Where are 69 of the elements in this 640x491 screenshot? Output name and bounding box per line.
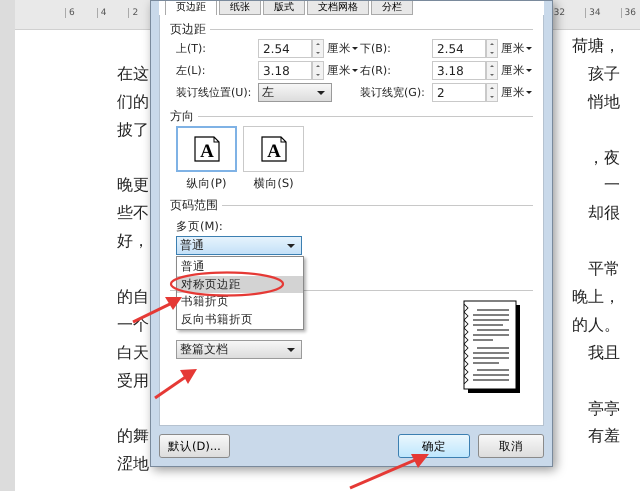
margin-input[interactable]: 2.54 [258, 39, 312, 58]
document-text: 的自 [117, 288, 149, 308]
ruler-number: 4 [96, 8, 106, 18]
field-label: 装订线宽(G): [360, 85, 426, 100]
apply-to-dropdown[interactable]: 整篇文档 [176, 340, 302, 359]
unit-dropdown[interactable]: 厘米 [498, 85, 534, 100]
page-letter-icon: A [192, 134, 222, 164]
multiple-pages-dropdown[interactable]: 普通 [176, 236, 302, 255]
tab[interactable]: 页边距 [165, 1, 217, 15]
document-text: 亭亭 [588, 400, 620, 420]
document-text: 一 [604, 176, 620, 196]
document-text: ，夜 [588, 148, 620, 169]
ruler-number: 34 [585, 8, 601, 18]
field-label: 左(L): [176, 63, 206, 78]
document-text: 晚更 [117, 176, 149, 196]
cancel-button[interactable]: 取消 [478, 434, 544, 458]
document-text: 涩地 [117, 454, 149, 476]
gutter-input[interactable]: 2 [432, 83, 486, 102]
field-label: 上(T): [176, 41, 208, 56]
document-text: 受用 [117, 372, 149, 392]
section-title: 页边距 [170, 20, 206, 38]
document-text: 们的 [117, 92, 149, 113]
field-label: 多页(M): [176, 219, 224, 234]
unit-dropdown[interactable]: 厘米 [324, 63, 360, 78]
tab[interactable]: 文档网格 [307, 1, 369, 15]
unit-dropdown[interactable]: 厘米 [498, 41, 534, 56]
document-text: 有羞 [588, 426, 620, 448]
field-label: 装订线位置(U): [176, 85, 252, 100]
document-text: 孩子 [588, 64, 620, 85]
tab[interactable]: 版式 [263, 1, 305, 15]
margin-input[interactable]: 2.54 [432, 39, 486, 58]
gutter-position-dropdown[interactable]: 左 [258, 83, 332, 102]
dropdown-option[interactable]: 对称页边距 [177, 276, 303, 293]
unit-dropdown[interactable]: 厘米 [324, 41, 360, 56]
margin-input[interactable]: 3.18 [258, 61, 312, 80]
document-text: 却很 [588, 204, 620, 224]
margin-input[interactable]: 3.18 [432, 61, 486, 80]
page-letter-icon: A [258, 134, 288, 164]
orientation-button[interactable]: A [243, 126, 304, 172]
document-text: 平常 [588, 260, 620, 280]
dropdown-option[interactable]: 反向书籍折页 [177, 310, 303, 328]
document-text: 在这 [117, 64, 149, 85]
orientation-label: 横向(S) [253, 176, 294, 191]
document-text: 荷塘， [572, 36, 620, 57]
document-text: 披了 [117, 120, 149, 141]
section-title: 方向 [170, 108, 194, 124]
document-text: 白天 [117, 344, 149, 364]
orientation-button[interactable]: A [176, 126, 237, 172]
section-title: 页码范围 [170, 196, 218, 214]
document-text: 悄地 [588, 92, 620, 113]
field-label: 右(R): [360, 63, 392, 78]
document-text: 些不 [117, 204, 149, 224]
document-text: 我且 [588, 344, 620, 364]
orientation-label: 纵向(P) [186, 176, 226, 191]
document-text: 的人。 [572, 316, 620, 336]
tab[interactable]: 分栏 [371, 1, 413, 15]
tab[interactable]: 纸张 [219, 1, 261, 15]
ok-button[interactable]: 确定 [398, 434, 470, 458]
document-text: 的舞 [117, 427, 149, 448]
default-button[interactable]: 默认(D)... [159, 434, 230, 458]
unit-dropdown[interactable]: 厘米 [498, 63, 534, 78]
document-text: 好， [117, 232, 149, 252]
ruler-number: 36 [620, 8, 636, 18]
document-text: 晚上， [572, 288, 620, 308]
dropdown-option[interactable]: 普通 [177, 258, 303, 276]
field-label: 下(B): [360, 41, 392, 56]
ruler-number: 2 [128, 8, 138, 18]
dropdown-option[interactable]: 书籍折页 [177, 293, 303, 310]
ruler-number: 6 [65, 8, 75, 18]
